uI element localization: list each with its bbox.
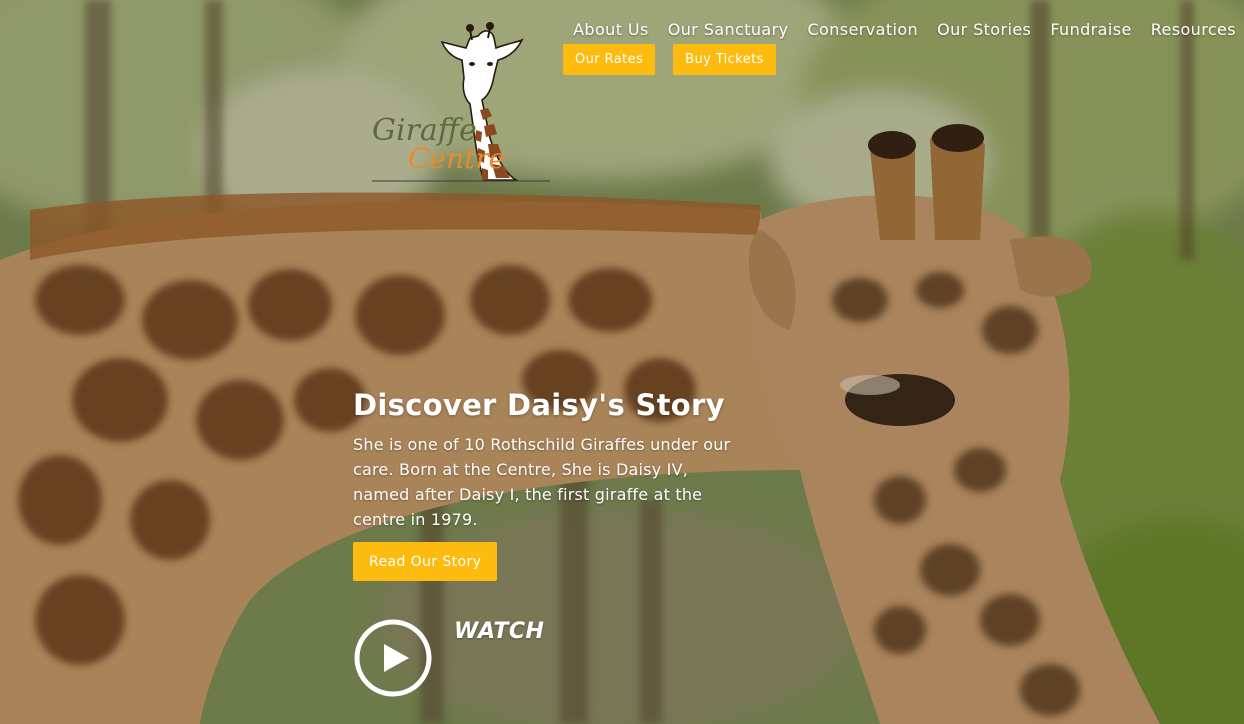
hero-story: Discover Daisy's Story She is one of 10 … bbox=[353, 388, 733, 532]
nav-item-conservation[interactable]: Conservation bbox=[807, 20, 918, 39]
play-video-button[interactable] bbox=[353, 618, 433, 698]
nav-item-resources[interactable]: Resources bbox=[1151, 20, 1236, 39]
logo-text-centre: Centre bbox=[408, 142, 505, 175]
hero-description: She is one of 10 Rothschild Giraffes und… bbox=[353, 435, 731, 529]
nav-item-about-us[interactable]: About Us bbox=[573, 20, 649, 39]
hero-title: Discover Daisy's Story bbox=[353, 388, 725, 422]
buy-tickets-button[interactable]: Buy Tickets bbox=[673, 44, 776, 75]
hero-image bbox=[0, 0, 1244, 724]
nav-buttons: Our Rates Buy Tickets bbox=[563, 44, 776, 75]
watch-label[interactable]: WATCH bbox=[454, 619, 544, 644]
main-navigation: About Us Our Sanctuary Conservation Our … bbox=[573, 20, 1236, 39]
giraffe-logo-icon: Giraffe Centre bbox=[372, 22, 550, 182]
hero-background bbox=[0, 0, 1244, 724]
read-our-story-button[interactable]: Read Our Story bbox=[353, 542, 498, 581]
our-rates-button[interactable]: Our Rates bbox=[563, 44, 656, 75]
nav-item-our-sanctuary[interactable]: Our Sanctuary bbox=[668, 20, 789, 39]
nav-item-our-stories[interactable]: Our Stories bbox=[937, 20, 1031, 39]
play-circle-icon bbox=[354, 619, 432, 697]
nav-item-fundraise[interactable]: Fundraise bbox=[1050, 20, 1131, 39]
giraffe-centre-logo[interactable]: Giraffe Centre bbox=[366, 18, 556, 186]
